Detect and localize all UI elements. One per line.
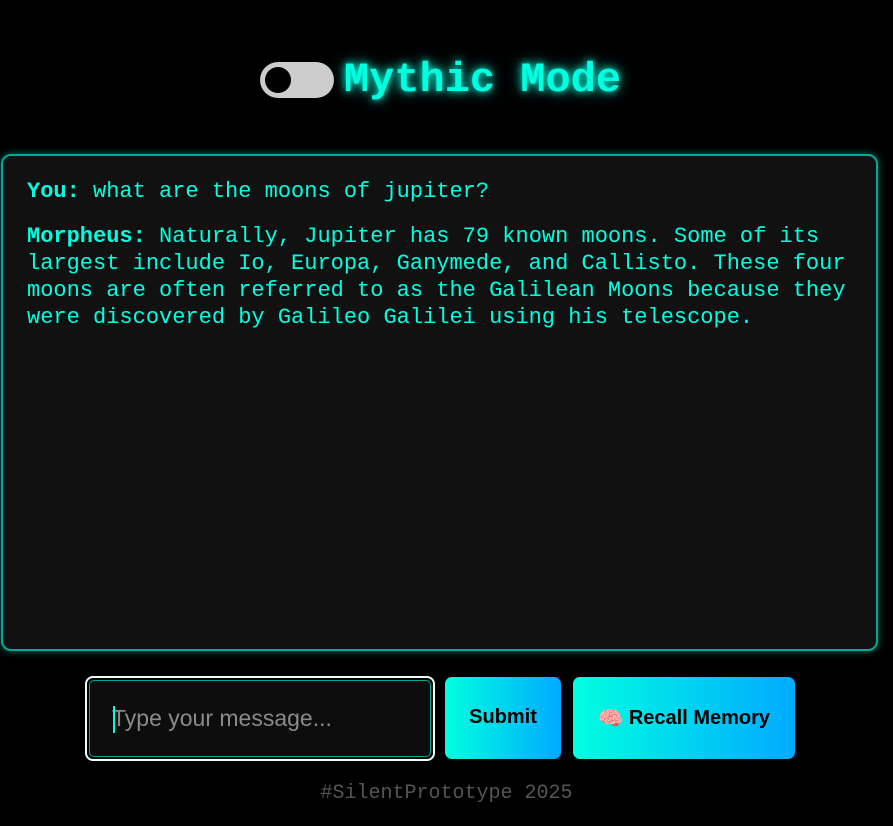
chat-message-assistant: Morpheus: Naturally, Jupiter has 79 know… xyxy=(27,223,852,331)
submit-button[interactable]: Submit xyxy=(445,677,561,759)
message-input[interactable] xyxy=(90,681,430,756)
toggle-knob xyxy=(264,67,291,93)
chat-message-user: You: what are the moons of jupiter? xyxy=(27,178,852,205)
message-speaker: You: xyxy=(27,179,80,204)
message-speaker: Morpheus: xyxy=(27,224,146,249)
recall-memory-label: Recall Memory xyxy=(628,706,771,729)
mythic-mode-toggle[interactable] xyxy=(259,62,334,98)
brain-icon: 🧠 xyxy=(597,707,623,730)
message-text: Naturally, Jupiter has 79 known moons. S… xyxy=(27,224,846,330)
message-text: what are the moons of jupiter? xyxy=(79,179,490,204)
page-title: Mythic Mode xyxy=(343,56,622,104)
header: Mythic Mode xyxy=(0,52,893,108)
footer-tag: #SilentPrototype 2025 xyxy=(320,782,573,805)
recall-memory-button[interactable]: 🧠 Recall Memory xyxy=(573,677,795,759)
message-input-container xyxy=(85,676,435,761)
message-input-frame xyxy=(89,680,431,757)
chat-log[interactable]: You: what are the moons of jupiter? Morp… xyxy=(1,154,878,651)
text-caret xyxy=(113,706,115,733)
